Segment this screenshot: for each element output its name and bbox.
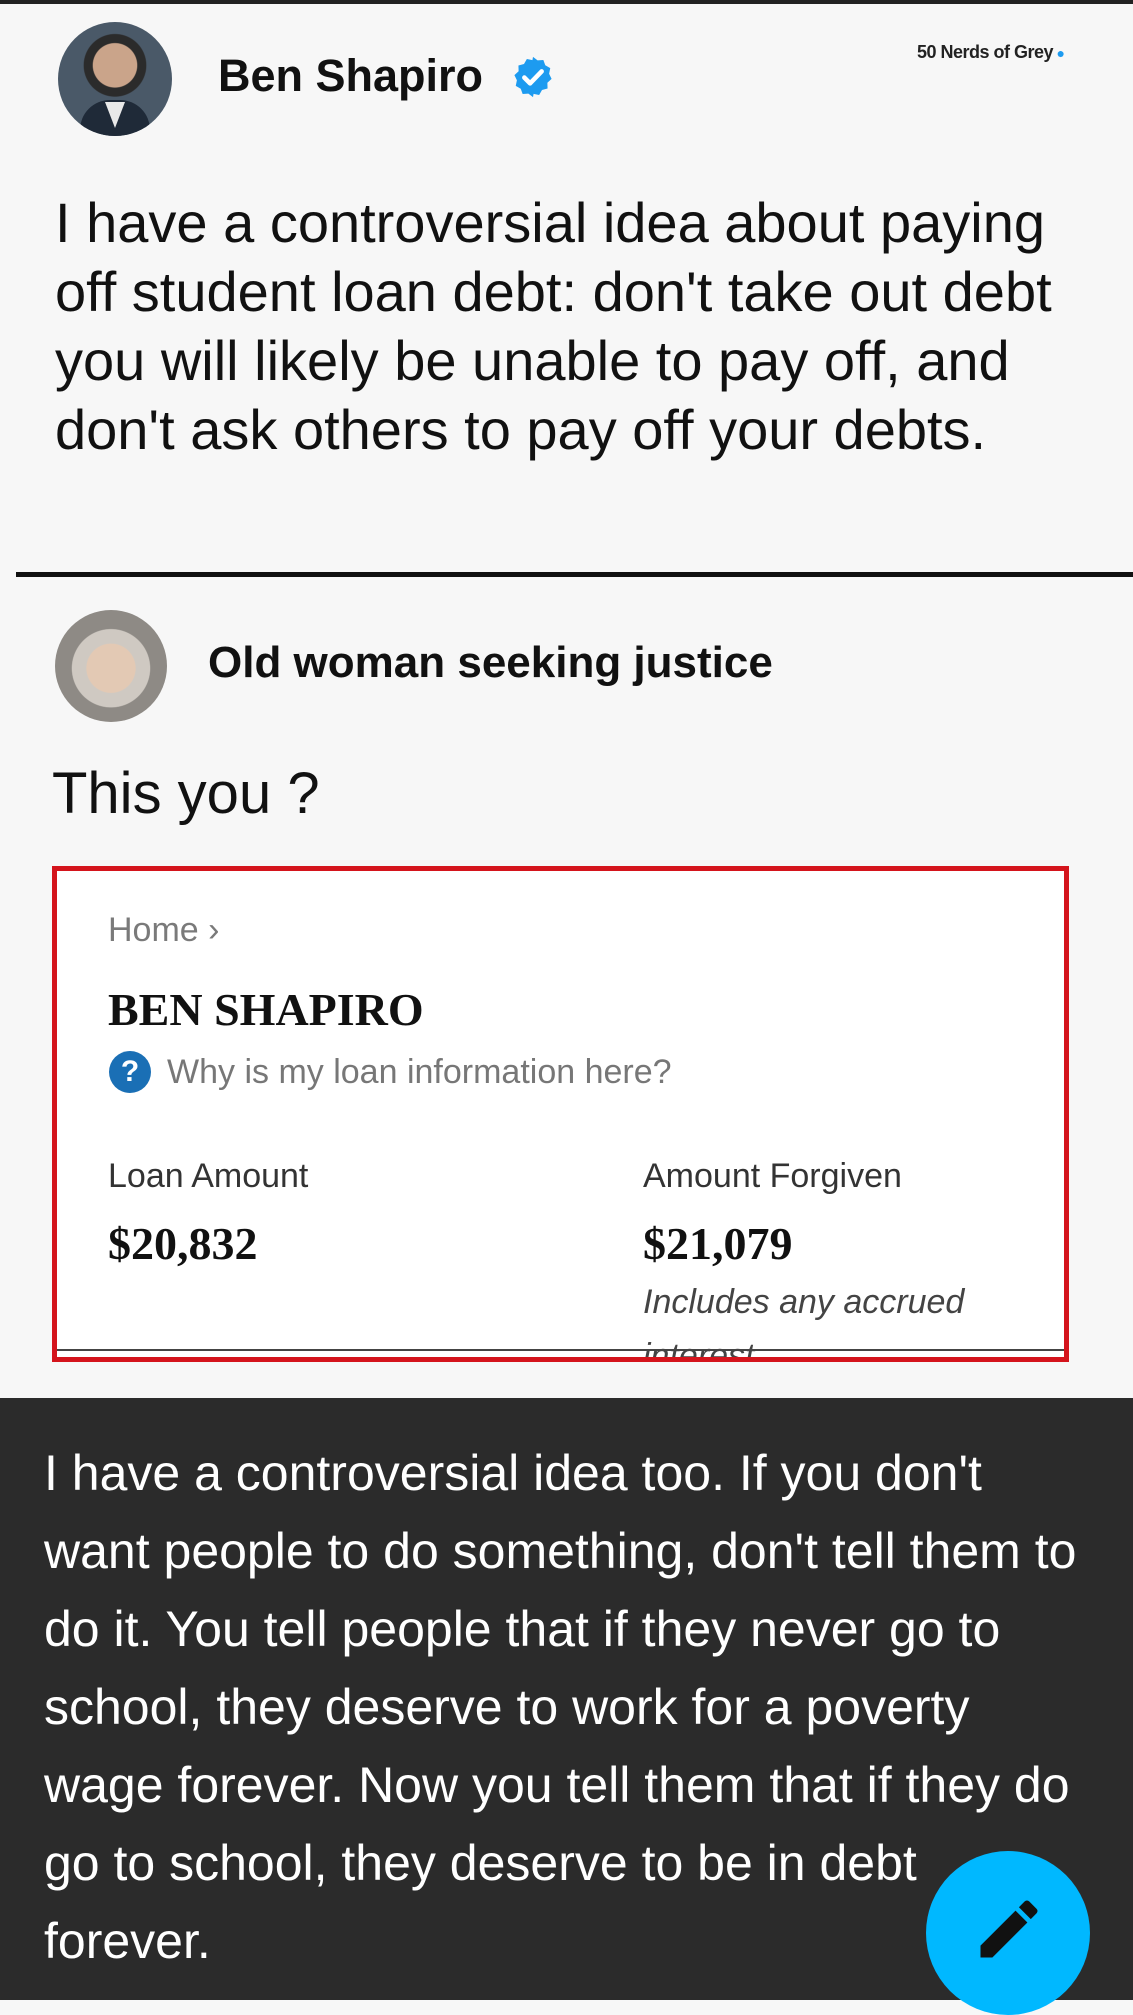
watermark: 50 Nerds of Grey ●: [917, 42, 1065, 63]
loan-amount-value: $20,832: [108, 1218, 258, 1269]
pencil-icon: [980, 1900, 1038, 1958]
help-icon[interactable]: ?: [109, 1051, 151, 1093]
watermark-dot: ●: [1053, 45, 1065, 61]
top-rule: [0, 0, 1133, 4]
amount-forgiven-value: $21,079: [643, 1218, 793, 1269]
tweet-text: I have a controversial idea about paying…: [55, 191, 1052, 461]
loan-info-card: Home › BEN SHAPIRO ? Why is my loan info…: [52, 866, 1069, 1362]
watermark-text: 50 Nerds of Grey: [917, 42, 1054, 62]
verified-badge-icon: [514, 56, 552, 98]
loan-amount-label: Loan Amount: [108, 1157, 309, 1195]
loan-holder-name: BEN SHAPIRO: [108, 984, 424, 1035]
tweet-author-name[interactable]: Ben Shapiro: [218, 50, 483, 102]
tweet-divider: [16, 572, 1133, 577]
card-baseline: [57, 1349, 1064, 1351]
amount-forgiven-label: Amount Forgiven: [643, 1157, 902, 1195]
ben-shapiro-avatar[interactable]: [58, 22, 172, 136]
breadcrumb[interactable]: Home ›: [108, 911, 219, 950]
reply-text: This you ?: [52, 761, 320, 826]
help-link[interactable]: Why is my loan information here?: [167, 1053, 672, 1092]
reply-author-name[interactable]: Old woman seeking justice: [208, 638, 773, 688]
old-woman-avatar[interactable]: [55, 610, 167, 722]
compose-button[interactable]: [926, 1851, 1090, 2015]
forgiven-note: Includes any accrued interest: [643, 1283, 965, 1357]
